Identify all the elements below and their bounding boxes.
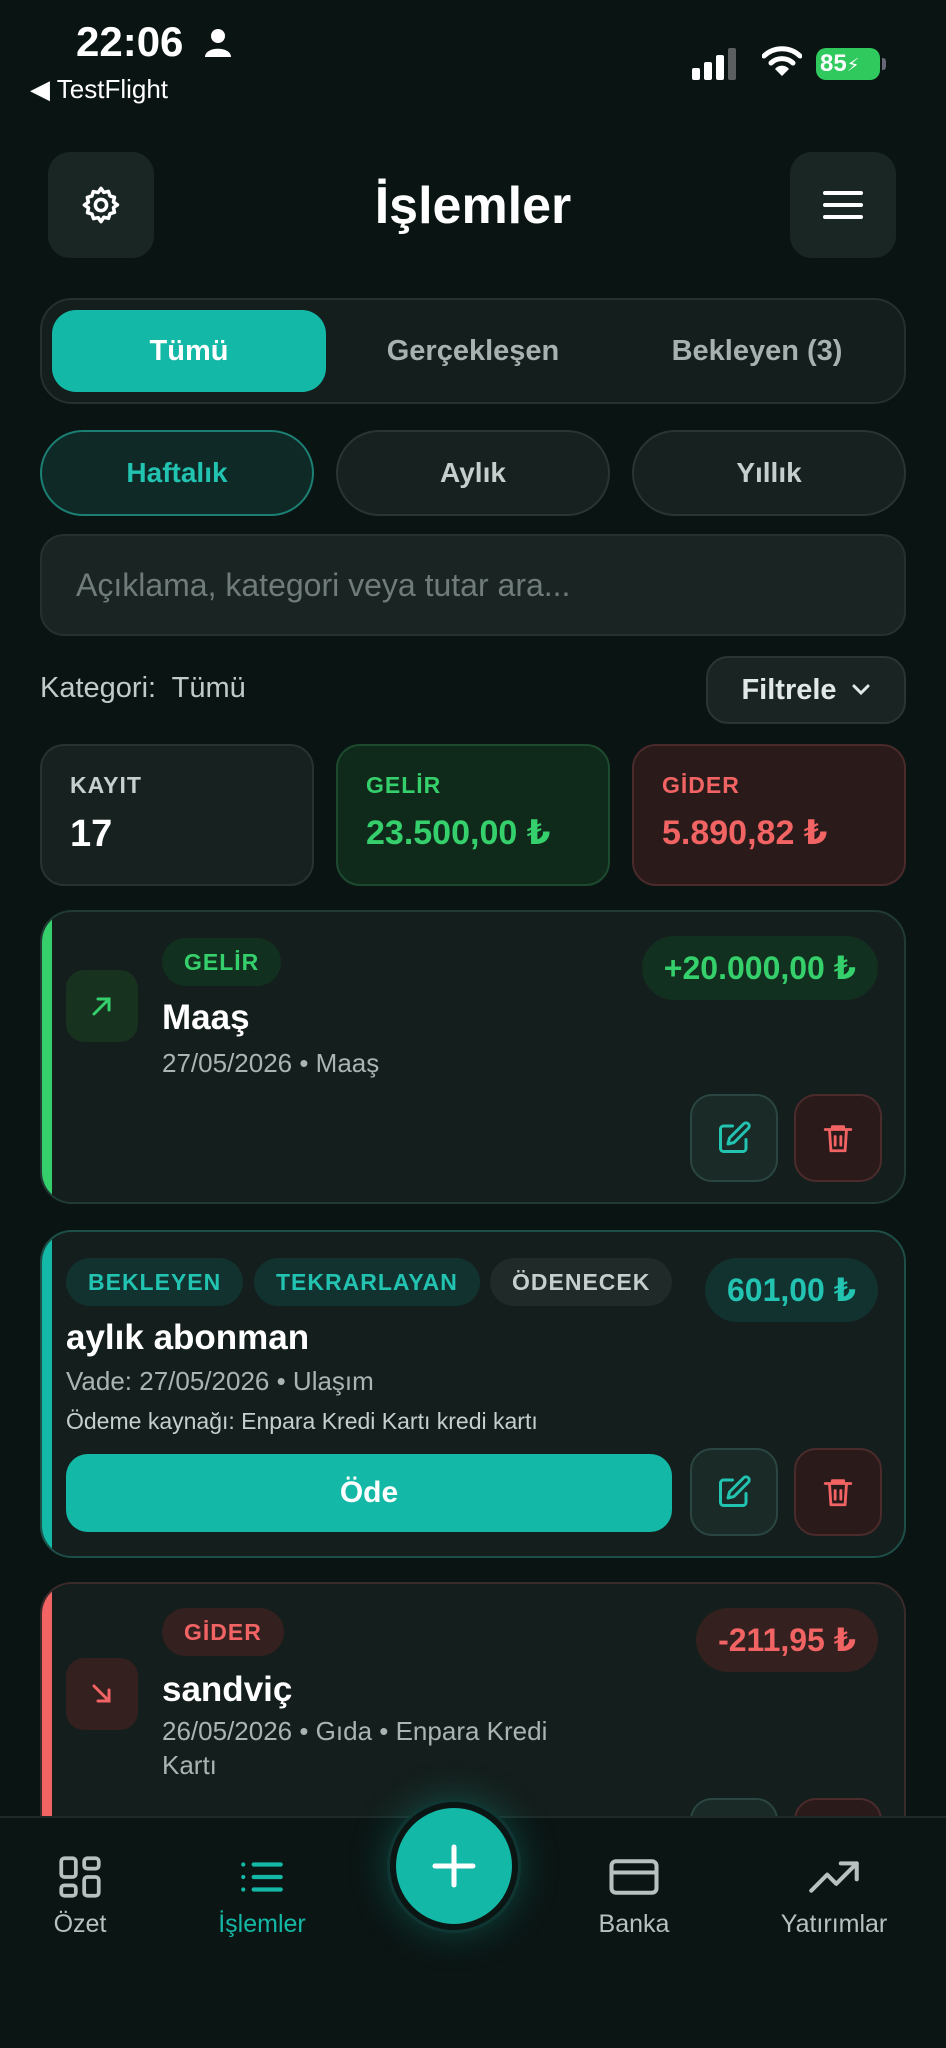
expense-total-label: GİDER [662, 772, 740, 798]
transaction-meta: 26/05/2026 • Gıda • Enpara Kredi [162, 1716, 548, 1746]
credit-card-icon [609, 1859, 659, 1895]
chevron-down-icon [852, 684, 870, 696]
status-segment-control: Tümü Gerçekleşen Bekleyen (3) [40, 298, 906, 404]
filter-label: Filtrele [741, 673, 837, 706]
transaction-meta: 27/05/2026 • Maaş [162, 1048, 380, 1078]
income-stripe [42, 912, 52, 1202]
nav-investments-label: Yatırımlar [780, 1910, 888, 1938]
arrow-down-right-icon [92, 1684, 111, 1703]
delete-button[interactable] [794, 1094, 882, 1182]
transaction-name: aylık abonman [66, 1318, 310, 1357]
period-yearly[interactable]: Yıllık [632, 430, 906, 516]
nav-summary-label: Özet [53, 1910, 107, 1938]
edit-icon [719, 1475, 751, 1507]
battery-level: 85 [820, 50, 847, 77]
search-input[interactable]: Açıklama, kategori veya tutar ara... [40, 534, 906, 636]
arrow-up-right-icon [92, 997, 111, 1016]
add-transaction-button[interactable] [390, 1802, 518, 1930]
transaction-name: Maaş [162, 998, 250, 1037]
delete-button[interactable] [794, 1448, 882, 1536]
nav-investments[interactable]: Yatırımlar [744, 1852, 924, 1939]
transaction-card[interactable]: GELİR +20.000,00 ₺ Maaş 27/05/2026 • Maa… [40, 910, 906, 1204]
nav-bank[interactable]: Banka [544, 1852, 724, 1939]
segment-all[interactable]: Tümü [52, 310, 326, 392]
nav-summary[interactable]: Özet [0, 1852, 170, 1939]
income-arrow-box [66, 970, 138, 1042]
payment-source: Ödeme kaynağı: Enpara Kredi Kartı kredi … [66, 1408, 538, 1434]
segment-completed[interactable]: Gerçekleşen [336, 310, 610, 392]
pending-badge: BEKLEYEN [66, 1258, 244, 1306]
trash-icon [823, 1125, 853, 1153]
record-count-value: 17 [70, 813, 113, 855]
transaction-name: sandviç [162, 1670, 293, 1709]
category-filter-text[interactable]: Kategori: Tümü [40, 672, 246, 705]
back-app-label: TestFlight [56, 74, 169, 104]
category-value: Tümü [171, 672, 246, 704]
nav-transactions[interactable]: İşlemler [172, 1852, 352, 1939]
transaction-meta: Vade: 27/05/2026 • Ulaşım [66, 1366, 374, 1396]
back-triangle-icon: ◀ [30, 74, 50, 104]
plus-icon [432, 1844, 476, 1888]
transaction-amount: +20.000,00 ₺ [641, 936, 878, 1000]
transaction-card[interactable]: BEKLEYEN TEKRARLAYAN ÖDENECEK 601,00 ₺ a… [40, 1230, 906, 1558]
person-icon [205, 29, 231, 57]
expense-total-value: 5.890,82 ₺ [662, 814, 828, 852]
hamburger-menu-icon [823, 191, 863, 219]
transaction-meta-continued: Kartı [162, 1750, 217, 1780]
recurring-badge: TEKRARLAYAN [254, 1258, 480, 1306]
nav-transactions-label: İşlemler [218, 1910, 306, 1938]
payable-badge: ÖDENECEK [490, 1258, 673, 1306]
expense-arrow-box [66, 1658, 138, 1730]
battery-indicator: 85⚡ [816, 48, 886, 80]
record-count-card: KAYIT 17 [40, 744, 314, 886]
record-count-label: KAYIT [70, 772, 142, 798]
period-weekly[interactable]: Haftalık [40, 430, 314, 516]
pay-button[interactable]: Öde [66, 1454, 672, 1532]
list-icon [241, 1862, 283, 1892]
segment-pending[interactable]: Bekleyen (3) [620, 310, 894, 392]
trending-up-icon [809, 1861, 859, 1893]
transaction-amount: 601,00 ₺ [704, 1258, 878, 1322]
pending-stripe [42, 1232, 52, 1556]
edit-icon [719, 1121, 751, 1153]
back-to-app-link[interactable]: ◀ TestFlight [30, 74, 168, 105]
income-total-label: GELİR [366, 772, 442, 798]
expense-badge: GİDER [162, 1608, 284, 1656]
menu-button[interactable] [790, 152, 896, 258]
trash-icon [823, 1479, 853, 1507]
category-label: Kategori: [40, 672, 157, 704]
income-total-card: GELİR 23.500,00 ₺ [336, 744, 610, 886]
income-badge: GELİR [162, 938, 282, 986]
edit-button[interactable] [690, 1094, 778, 1182]
cellular-signal-icon [692, 48, 736, 80]
expense-total-card: GİDER 5.890,82 ₺ [632, 744, 906, 886]
charging-bolt-icon: ⚡ [846, 55, 860, 75]
filter-button[interactable]: Filtrele [706, 656, 906, 724]
income-total-value: 23.500,00 ₺ [366, 814, 551, 852]
edit-button[interactable] [690, 1448, 778, 1536]
transaction-amount: -211,95 ₺ [696, 1608, 878, 1672]
dashboard-icon [59, 1856, 101, 1898]
period-monthly[interactable]: Aylık [336, 430, 610, 516]
nav-bank-label: Banka [598, 1910, 670, 1938]
status-time: 22:06 [76, 18, 184, 65]
wifi-icon [762, 46, 802, 76]
